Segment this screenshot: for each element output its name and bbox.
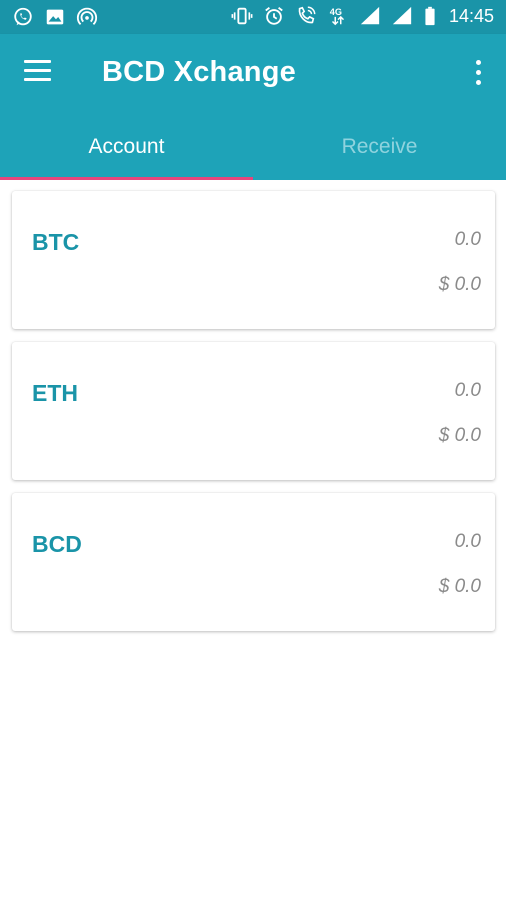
status-bar: 4G 14:45 (0, 0, 506, 34)
app-title: BCD Xchange (102, 56, 296, 88)
account-fiat-value: $ 0.0 (438, 274, 481, 295)
vibrate-icon (231, 5, 253, 27)
account-fiat-value: $ 0.0 (438, 425, 481, 446)
signal-icon (391, 5, 413, 27)
account-symbol: ETH (32, 380, 78, 406)
status-left-icons (12, 6, 98, 28)
tab-bar: Account Receive (0, 114, 506, 180)
battery-icon (423, 5, 437, 27)
status-time: 14:45 (448, 5, 494, 26)
account-list: BTC 0.0 $ 0.0 ETH 0.0 $ 0.0 BCD 0.0 $ 0.… (0, 180, 506, 900)
account-amount: 0.0 (454, 380, 481, 401)
account-card-eth[interactable]: ETH 0.0 $ 0.0 (12, 342, 495, 480)
image-icon (44, 6, 66, 28)
tab-account[interactable]: Account (0, 114, 253, 180)
account-card-btc[interactable]: BTC 0.0 $ 0.0 (12, 191, 495, 329)
account-amount: 0.0 (454, 531, 481, 552)
more-options-icon[interactable] (474, 60, 482, 88)
4g-icon: 4G (327, 5, 349, 27)
svg-text:4G: 4G (330, 7, 342, 17)
signal-icon (359, 5, 381, 27)
app-bar: BCD Xchange (0, 34, 506, 114)
account-card-bcd[interactable]: BCD 0.0 $ 0.0 (12, 493, 495, 631)
wifi-call-icon (295, 5, 317, 27)
account-fiat-value: $ 0.0 (438, 576, 481, 597)
hotspot-icon (76, 6, 98, 28)
account-amount: 0.0 (454, 229, 481, 250)
status-right-icons: 4G 14:45 (231, 5, 494, 27)
tab-receive[interactable]: Receive (253, 114, 506, 180)
whatsapp-icon (12, 6, 34, 28)
account-symbol: BCD (32, 531, 82, 557)
menu-icon[interactable] (24, 60, 54, 86)
alarm-icon (263, 5, 285, 27)
account-symbol: BTC (32, 229, 80, 255)
